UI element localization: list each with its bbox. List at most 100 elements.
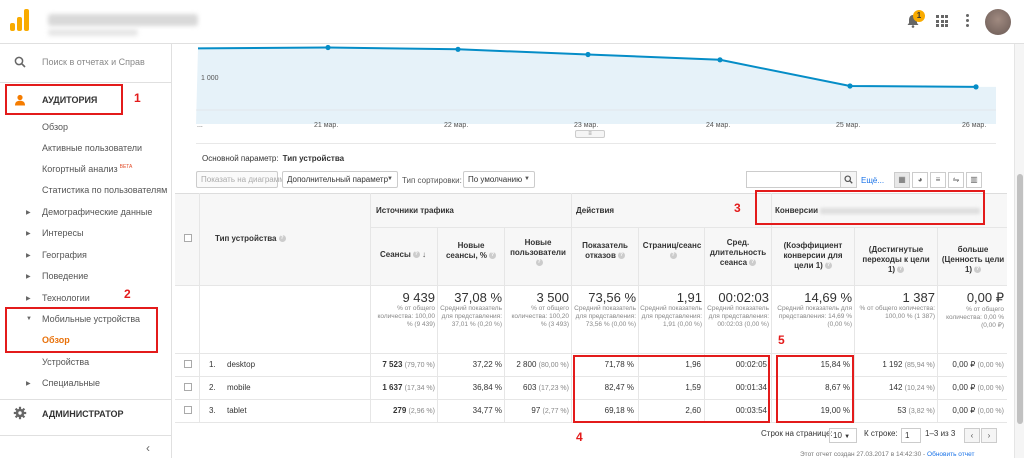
column-header-goal-value[interactable]: больше (Ценность цели 1)? <box>940 245 1006 275</box>
sidebar-item-geo[interactable]: География <box>42 250 87 260</box>
sidebar-item-behavior[interactable]: Поведение <box>42 271 88 281</box>
expand-arrow-icon: ▶ <box>26 381 31 387</box>
table-search-input[interactable] <box>746 171 841 188</box>
cell-pct: (17,34 %) <box>404 385 435 392</box>
sidebar-item-custom[interactable]: Специальные <box>42 378 100 388</box>
help-icon[interactable]: ? <box>278 235 286 243</box>
select-all-checkbox[interactable] <box>184 234 192 242</box>
column-header-label: Тип устройства <box>215 234 277 243</box>
column-header-duration[interactable]: Сред. длительность сеанса? <box>707 238 769 268</box>
rows-per-page-select[interactable]: 10 ▼ <box>829 428 857 443</box>
device-link[interactable]: mobile <box>227 383 251 392</box>
search-icon <box>14 56 26 68</box>
column-header-label: Новые пользователи <box>510 238 566 257</box>
apps-grid-icon[interactable] <box>936 15 948 27</box>
annotation-number-3: 3 <box>734 201 741 215</box>
sort-desc-icon[interactable]: ↓ <box>422 250 426 259</box>
chart-point[interactable] <box>717 57 723 63</box>
total-value: 37,08 % <box>454 290 502 305</box>
column-header-new-sessions[interactable]: Новые сеансы, %? <box>441 241 501 261</box>
sort-type-select[interactable]: По умолчанию ▼ <box>463 171 535 188</box>
column-header-goal-completions[interactable]: (Достигнутые переходы к цели 1)? <box>858 245 934 275</box>
notification-badge: 1 <box>913 10 925 22</box>
scrollbar[interactable] <box>1014 44 1024 458</box>
total-subtext: % от общего количества: 100,20 % (3 493) <box>511 305 569 328</box>
sidebar-item-admin[interactable]: АДМИНИСТРАТОР <box>0 399 172 425</box>
chevron-left-icon[interactable]: ‹ <box>146 441 150 455</box>
x-tick-label: 22 мар. <box>444 122 469 129</box>
total-value: 00:02:03 <box>718 290 769 305</box>
scroll-thumb[interactable] <box>1017 174 1023 424</box>
total-value: 0,00 ₽ <box>966 290 1004 305</box>
account-selector[interactable] <box>48 14 198 26</box>
refresh-report-link[interactable]: Обновить отчет <box>927 451 974 458</box>
help-icon[interactable]: ? <box>617 252 625 260</box>
primary-dimension-value[interactable]: Тип устройства <box>283 154 345 163</box>
device-link[interactable]: desktop <box>227 360 255 369</box>
sidebar-item-active-users[interactable]: Активные пользователи <box>42 143 142 153</box>
sidebar-item-interests[interactable]: Интересы <box>42 228 83 238</box>
caret-down-icon: ▼ <box>387 176 393 182</box>
table-search-button[interactable] <box>841 171 857 188</box>
chart-point[interactable] <box>455 46 461 52</box>
column-header-bounce[interactable]: Показатель отказов? <box>575 241 635 261</box>
device-link[interactable]: tablet <box>227 406 247 415</box>
row-checkbox[interactable] <box>184 406 192 414</box>
chart-point[interactable] <box>325 44 331 51</box>
help-icon[interactable]: ? <box>412 251 420 259</box>
column-header-sessions[interactable]: Сеансы? ↓ <box>380 250 426 259</box>
sidebar-search[interactable]: Поиск в отчетах и Справ <box>0 48 172 76</box>
sidebar-item-user-explorer[interactable]: Статистика по пользователям <box>42 185 167 195</box>
sidebar-item-cohort[interactable]: Когортный анализ BETA <box>42 164 132 174</box>
sidebar-item-devices[interactable]: Устройства <box>42 357 89 367</box>
help-icon[interactable]: ? <box>669 252 677 260</box>
performance-view-icon[interactable]: ≡ <box>930 172 946 188</box>
total-value: 14,69 % <box>804 290 852 305</box>
cell-new-users: 2 800 (80,00 %) <box>505 360 569 369</box>
row-checkbox[interactable] <box>184 360 192 368</box>
help-icon[interactable]: ? <box>749 259 757 267</box>
total-subtext: Средний показатель для представления: 73… <box>574 305 636 328</box>
table-view-icon[interactable]: ▦ <box>894 172 910 188</box>
column-header-pages[interactable]: Страниц/сеанс? <box>641 241 703 261</box>
sidebar-collapse[interactable]: ‹ <box>0 435 172 458</box>
help-icon[interactable]: ? <box>897 266 905 274</box>
avatar[interactable] <box>985 9 1011 35</box>
chart-point[interactable] <box>585 51 591 58</box>
row-checkbox[interactable] <box>184 383 192 391</box>
pie-view-icon[interactable]: ◕ <box>912 172 928 188</box>
cell-pct: (79,70 %) <box>404 362 435 369</box>
chart-point[interactable] <box>847 83 853 89</box>
gridline <box>175 285 1007 286</box>
column-header-device[interactable]: Тип устройства? <box>215 234 286 243</box>
chart-resize-handle[interactable]: ≡ <box>575 130 605 138</box>
sidebar-item-demographics[interactable]: Демографические данные <box>42 207 152 217</box>
column-header-new-users[interactable]: Новые пользователи? <box>508 238 568 268</box>
prev-page-button[interactable]: ‹ <box>964 428 980 443</box>
more-menu-icon[interactable] <box>966 14 969 27</box>
comparison-view-icon[interactable]: ⇋ <box>948 172 964 188</box>
column-header-conv-rate[interactable]: (Коэффициент конверсии для цели 1)? <box>775 241 851 271</box>
help-icon[interactable]: ? <box>535 259 543 267</box>
pivot-view-icon[interactable]: ▥ <box>966 172 982 188</box>
advanced-filter-link[interactable]: Ещё... <box>861 176 884 185</box>
cell-pct: (85,94 %) <box>904 362 935 369</box>
cell-sessions: 279 (2,96 %) <box>371 406 435 415</box>
caret-down-icon: ▼ <box>524 176 530 182</box>
sidebar-item-technology[interactable]: Технологии <box>42 293 90 303</box>
next-page-button[interactable]: › <box>981 428 997 443</box>
sidebar-item-overview[interactable]: Обзор <box>42 122 68 132</box>
goto-row-input[interactable]: 1 <box>901 428 921 443</box>
page-range: 1–3 из 3 <box>925 429 956 438</box>
total-new-sessions: 37,08 % Средний показатель для представле… <box>438 290 502 329</box>
help-icon[interactable]: ? <box>489 252 497 260</box>
chart-point[interactable] <box>973 84 979 90</box>
help-icon[interactable]: ? <box>824 262 832 270</box>
analytics-logo-icon[interactable] <box>10 9 30 31</box>
total-subtext: % от общего количества: 0,00 % (0,00 ₽) <box>946 306 1004 329</box>
row-number: 1. <box>209 360 216 369</box>
secondary-dimension-select[interactable]: Дополнительный параметр ▼ <box>282 171 398 188</box>
cell-pct: (10,24 %) <box>904 385 935 392</box>
show-on-chart-button[interactable]: Показать на диаграмме <box>196 171 289 188</box>
help-icon[interactable]: ? <box>974 266 982 274</box>
